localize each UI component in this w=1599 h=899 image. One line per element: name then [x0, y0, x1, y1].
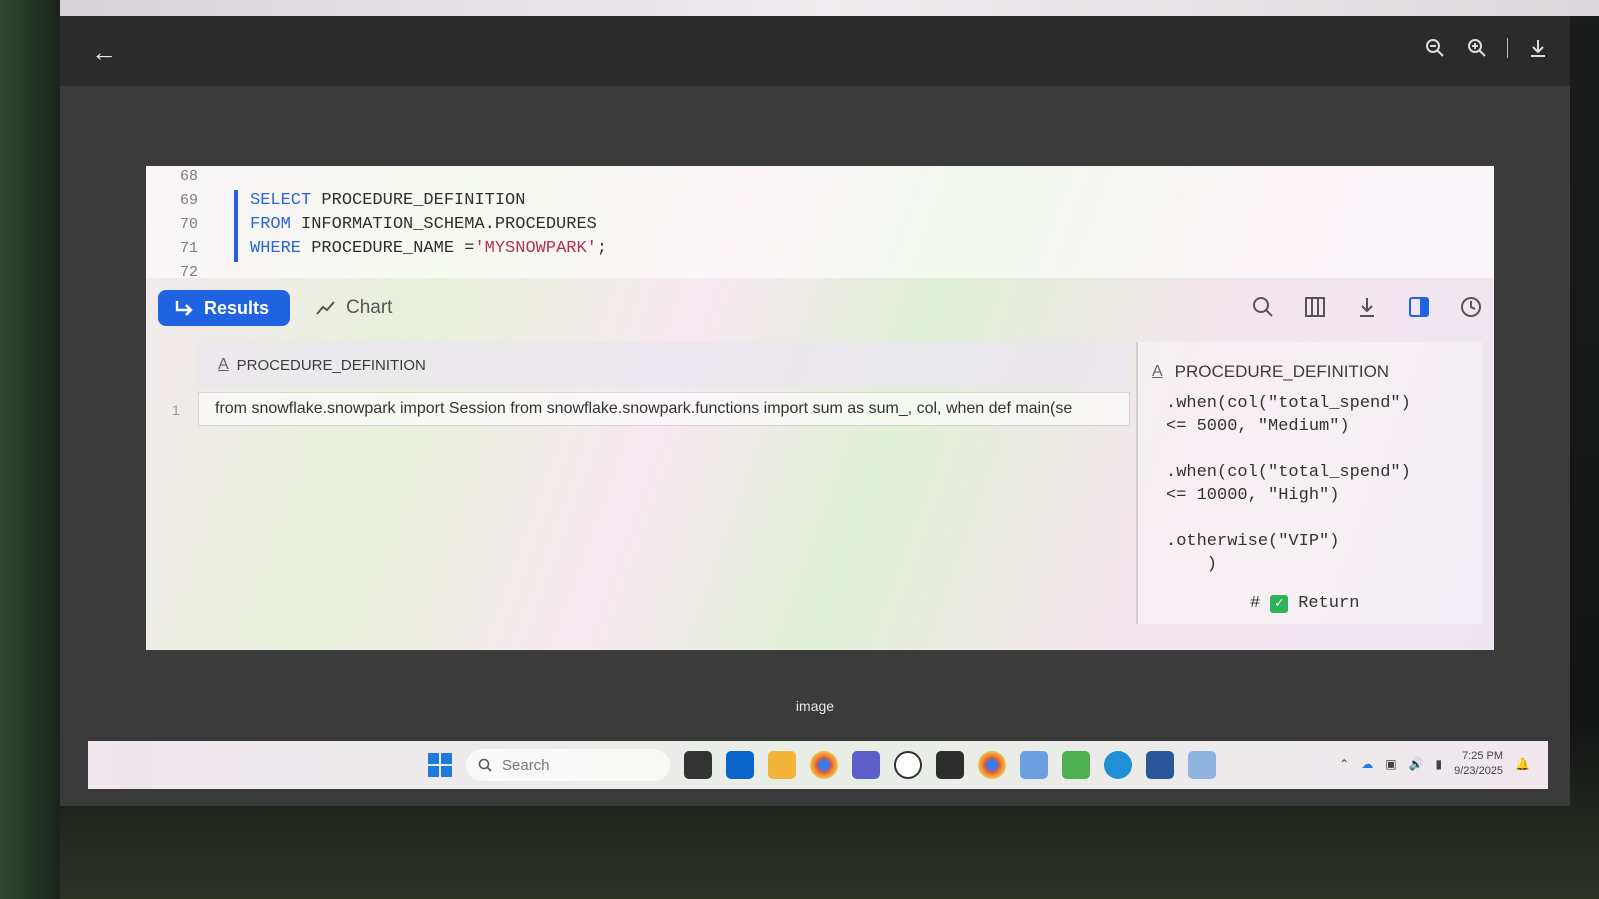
clock[interactable]: 7:25 PM 9/23/2025 — [1454, 749, 1503, 779]
zoom-out-icon[interactable] — [1423, 36, 1447, 60]
sticky-notes-icon[interactable] — [936, 751, 964, 779]
search-placeholder: Search — [502, 756, 550, 774]
column-header[interactable]: A PROCEDURE_DEFINITION — [198, 342, 1130, 388]
code-text: FROM INFORMATION_SCHEMA.PROCEDURES — [250, 214, 597, 234]
cell-detail-panel[interactable]: A PROCEDURE_DEFINITION .when(col("total_… — [1136, 342, 1482, 624]
columns-icon[interactable] — [1302, 294, 1328, 320]
detail-title: A PROCEDURE_DEFINITION — [1152, 362, 1389, 382]
snipping-tool-icon[interactable] — [1188, 751, 1216, 779]
code-text: SELECT PROCEDURE_DEFINITION — [250, 190, 526, 210]
search-icon — [478, 758, 492, 772]
selection-bar — [234, 190, 238, 262]
results-label: Results — [204, 297, 270, 318]
check-icon: ✓ — [1270, 594, 1289, 613]
displayed-image: 68 69 SELECT PROCEDURE_DEFINITION 70 FRO… — [146, 166, 1494, 650]
toolbar-divider — [1507, 38, 1508, 58]
results-toolbar: Results Chart — [158, 290, 1484, 330]
edge-icon[interactable] — [1104, 751, 1132, 779]
display-icon[interactable]: ▣ — [1385, 757, 1396, 771]
code-line: 68 — [146, 166, 198, 188]
back-arrow-icon[interactable]: ← — [88, 36, 120, 68]
code-text: WHERE PROCEDURE_NAME ='MYSNOWPARK'; — [250, 238, 608, 258]
chart-label: Chart — [346, 297, 393, 318]
comment-hash: # — [1250, 594, 1261, 613]
line-number: 71 — [179, 239, 198, 257]
text-type-icon: A — [1152, 363, 1163, 380]
image-viewer-body: 68 69 SELECT PROCEDURE_DEFINITION 70 FRO… — [60, 86, 1570, 736]
return-comment: # ✓ Return — [1250, 594, 1359, 613]
line-number: 69 — [179, 191, 198, 209]
app-icon[interactable] — [1062, 751, 1090, 779]
download-icon[interactable] — [1526, 36, 1550, 60]
viewer-tools — [1423, 36, 1550, 60]
results-grid: A PROCEDURE_DEFINITION 1 from snowflake.… — [162, 342, 1138, 622]
chevron-up-icon[interactable]: ⌃ — [1339, 757, 1349, 771]
image-viewer-toolbar: ← — [60, 16, 1570, 86]
chrome-icon[interactable] — [978, 751, 1006, 779]
system-tray: ⌃ ☁ ▣ 🔊 ▮ 7:25 PM 9/23/2025 🔔 — [1339, 749, 1530, 779]
notepad-icon[interactable] — [1020, 751, 1048, 779]
code-line: 69 SELECT PROCEDURE_DEFINITION — [146, 188, 1494, 212]
task-view-icon[interactable] — [684, 751, 712, 779]
line-number: 70 — [179, 215, 198, 233]
detail-code: .when(col("total_spend") <= 5000, "Mediu… — [1166, 394, 1411, 574]
download-icon[interactable] — [1354, 294, 1380, 320]
search-icon[interactable] — [1250, 294, 1276, 320]
monitor-bezel-left — [0, 0, 60, 899]
results-tab[interactable]: Results — [158, 290, 290, 326]
return-label: Return — [1298, 594, 1360, 613]
line-number: 72 — [179, 263, 198, 281]
table-cell[interactable]: from snowflake.snowpark import Session f… — [198, 392, 1130, 426]
code-line: 72 — [146, 260, 198, 284]
line-chart-icon — [316, 301, 335, 315]
screen: ← 68 69 SELECT PROCEDURE_DEFINITION 70 F… — [60, 16, 1570, 806]
volume-icon[interactable]: 🔊 — [1409, 757, 1424, 771]
zoom-in-icon[interactable] — [1465, 36, 1489, 60]
chart-tab[interactable]: Chart — [316, 290, 392, 326]
taskbar-apps: Search — [428, 749, 1216, 781]
code-line: 70 FROM INFORMATION_SCHEMA.PROCEDURES — [146, 212, 1494, 236]
windows-taskbar: Search ⌃ ☁ ▣ 🔊 ▮ 7:25 PM 9/23/2025 🔔 — [88, 741, 1548, 789]
image-caption: image — [795, 698, 835, 714]
notification-bell-icon[interactable]: 🔔 — [1515, 757, 1530, 771]
top-edge-strip — [60, 0, 1599, 16]
battery-icon[interactable]: ▮ — [1436, 757, 1443, 771]
column-header-label: PROCEDURE_DEFINITION — [236, 356, 426, 374]
code-line: 71 WHERE PROCEDURE_NAME ='MYSNOWPARK'; — [146, 236, 1494, 260]
detail-title-label: PROCEDURE_DEFINITION — [1174, 362, 1390, 381]
row-number: 1 — [172, 402, 180, 418]
return-arrow-icon — [175, 301, 193, 316]
outlook-icon[interactable] — [726, 751, 754, 779]
clock-date: 9/23/2025 — [1454, 765, 1504, 777]
windows-start-icon[interactable] — [428, 753, 452, 777]
line-number: 68 — [179, 167, 198, 185]
clock-time: 7:25 PM — [1462, 750, 1504, 762]
file-explorer-icon[interactable] — [768, 751, 796, 779]
taskbar-search[interactable]: Search — [466, 749, 670, 781]
sql-editor[interactable]: 68 69 SELECT PROCEDURE_DEFINITION 70 FRO… — [146, 166, 1494, 281]
app-icon[interactable] — [894, 751, 922, 779]
teams-icon[interactable] — [852, 751, 880, 779]
history-clock-icon[interactable] — [1458, 294, 1484, 320]
word-icon[interactable] — [1146, 751, 1174, 779]
results-actions — [1250, 294, 1484, 320]
chrome-icon[interactable] — [810, 751, 838, 779]
onedrive-icon[interactable]: ☁ — [1361, 757, 1373, 771]
split-panel-icon[interactable] — [1406, 294, 1432, 320]
text-type-icon: A — [218, 356, 229, 373]
